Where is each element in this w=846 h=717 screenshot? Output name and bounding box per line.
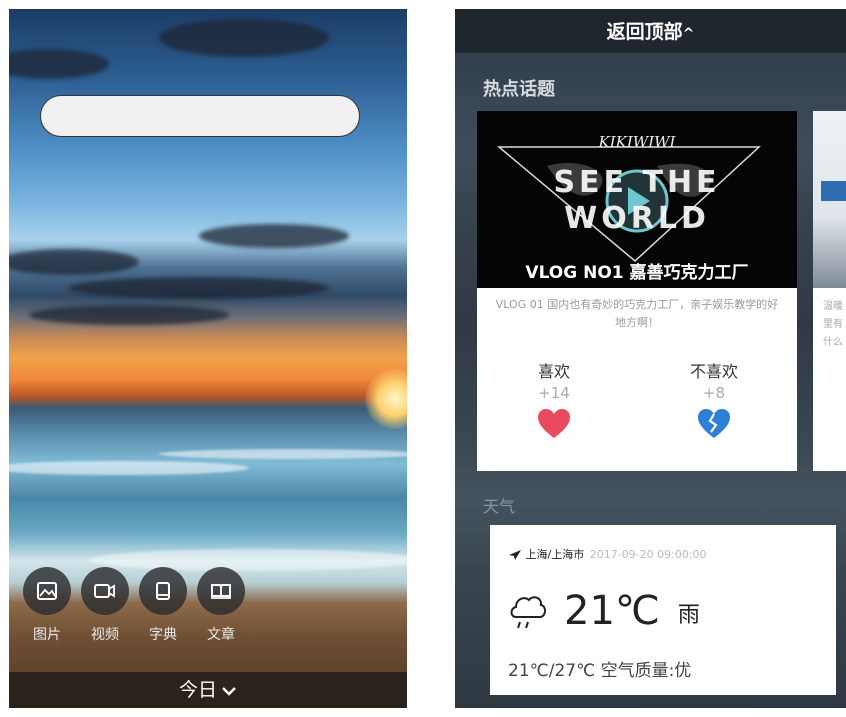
background-cloud: [199, 224, 349, 248]
home-screen: 图片 视频 字典 文章 今日: [9, 9, 407, 708]
rain-cloud-icon: [510, 596, 546, 629]
weather-title: 天气: [483, 497, 516, 516]
back-to-top-button[interactable]: 返回顶部^: [455, 9, 846, 53]
background-cloud: [9, 249, 139, 275]
weather-datetime: 2017-09-20 09:00:00: [589, 548, 707, 561]
image-icon: [23, 567, 71, 615]
partial-thumbnail-logo: [821, 181, 846, 201]
quick-actions: 图片 视频 字典 文章: [23, 567, 245, 644]
thumbnail-caption: VLOG NO1 嘉善巧克力工厂: [525, 263, 749, 283]
back-to-top-label: 返回顶部: [606, 21, 683, 43]
weather-temperature: 21℃: [564, 588, 660, 634]
today-label: 今日: [178, 679, 217, 701]
quick-action-article[interactable]: 文章: [197, 567, 245, 644]
quick-action-label: 图片: [33, 627, 61, 643]
caret-up-icon: ^: [682, 26, 695, 42]
partial-thumbnail: [813, 111, 846, 288]
hot-topics-title: 热点话题: [483, 79, 555, 100]
dislike-button[interactable]: 不喜欢 +8: [690, 358, 738, 444]
partial-text-line: 什么: [823, 337, 843, 348]
partial-text-line: 里有: [823, 319, 843, 330]
wave-foam: [159, 449, 407, 459]
like-button[interactable]: 喜欢 +14: [536, 358, 572, 444]
today-toggle-button[interactable]: 今日: [9, 672, 407, 708]
quick-action-video[interactable]: 视频: [81, 567, 129, 644]
dislike-label: 不喜欢: [689, 362, 738, 381]
weather-condition: 雨: [677, 603, 700, 628]
like-count: +14: [538, 384, 570, 402]
weather-range-air-quality: 21℃/27℃ 空气质量:优: [508, 661, 692, 681]
quick-action-label: 文章: [207, 627, 235, 643]
video-icon: [81, 567, 129, 615]
quick-action-dictionary[interactable]: 字典: [139, 567, 187, 644]
quick-action-label: 视频: [91, 627, 119, 643]
topic-card-partial[interactable]: 温暖 里有 什么: [813, 111, 846, 471]
background-cloud: [69, 277, 329, 299]
topic-card[interactable]: KIKIWIWI SEE THE WORLD VLOG NO1 嘉善巧克力工厂 …: [477, 111, 797, 471]
chevron-down-icon: [222, 686, 236, 696]
location-arrow-icon: [509, 550, 521, 560]
background-cloud: [9, 49, 109, 79]
background-cloud: [29, 305, 229, 325]
weather-card[interactable]: 上海/上海市 2017-09-20 09:00:00 21℃ 雨 21℃/27℃…: [490, 525, 836, 695]
dictionary-icon: [139, 567, 187, 615]
wave-foam: [9, 461, 249, 475]
search-input[interactable]: [40, 95, 360, 137]
quick-action-label: 字典: [149, 627, 177, 643]
heart-icon: [536, 408, 572, 444]
background-cloud: [159, 19, 329, 57]
topic-description: VLOG 01 国内也有奇妙的巧克力工厂，亲子娱乐教学的好地方啊！: [495, 298, 779, 329]
thumbnail-brand: KIKIWIWI: [598, 133, 676, 151]
feed-screen: 返回顶部^ 热点话题 KIKIWIWI SEE THE WORLD VLOG N…: [455, 9, 846, 708]
dislike-count: +8: [702, 384, 726, 402]
video-thumbnail[interactable]: KIKIWIWI SEE THE WORLD VLOG NO1 嘉善巧克力工厂: [477, 111, 797, 288]
sun-glow: [365, 369, 407, 429]
weather-location: 上海/上海市: [525, 548, 585, 561]
weather-main: 21℃ 雨: [508, 587, 700, 635]
thumbnail-title-line-1: SEE THE: [553, 165, 721, 200]
broken-heart-icon: [690, 408, 738, 444]
thumbnail-title-line-2: WORLD: [564, 201, 710, 236]
quick-action-image[interactable]: 图片: [23, 567, 71, 644]
partial-text-line: 温暖: [823, 301, 843, 312]
vote-row: 喜欢 +14 不喜欢 +8: [477, 358, 797, 444]
like-label: 喜欢: [537, 362, 570, 381]
partial-description: 温暖 里有 什么: [813, 288, 846, 352]
article-icon: [197, 567, 245, 615]
weather-location-row: 上海/上海市 2017-09-20 09:00:00: [508, 546, 707, 562]
